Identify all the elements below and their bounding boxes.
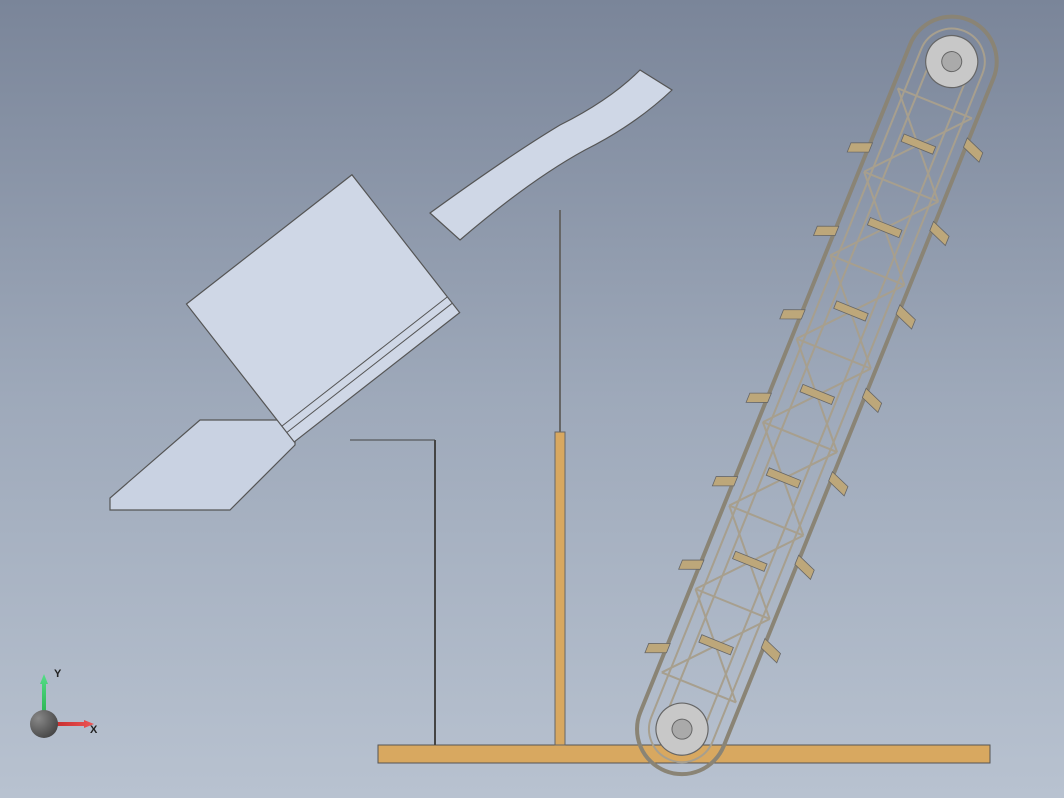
cad-viewport[interactable]: Y X <box>0 0 1064 798</box>
cad-model-svg <box>0 0 1064 798</box>
support-post-thick <box>555 432 565 745</box>
hopper-assembly <box>110 70 672 510</box>
axis-x-label: X <box>90 724 97 736</box>
axis-triad: Y X <box>30 658 110 738</box>
conveyor-assembly <box>607 0 1027 794</box>
axis-origin-icon <box>30 710 58 738</box>
axis-y-label: Y <box>54 668 61 680</box>
